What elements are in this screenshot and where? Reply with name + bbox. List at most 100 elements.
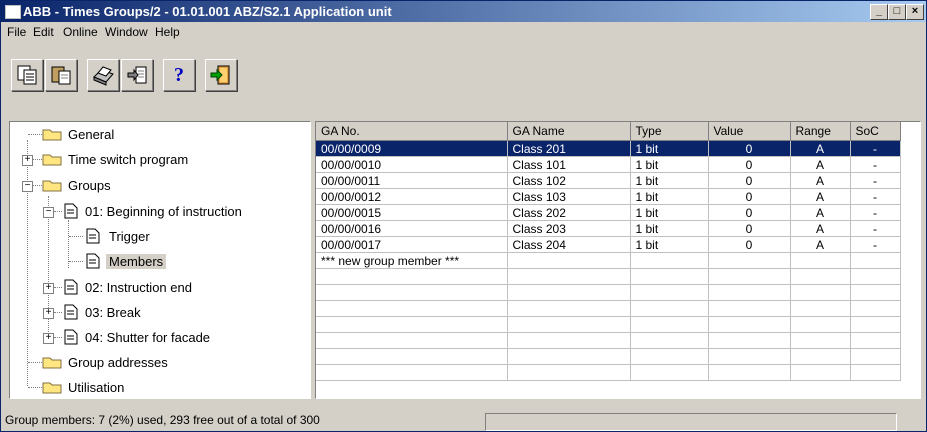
folder-icon: [42, 154, 62, 166]
table-cell: [316, 300, 508, 317]
tree-item-utilisation[interactable]: Utilisation: [10, 378, 310, 396]
empty-row[interactable]: [316, 348, 901, 365]
empty-row[interactable]: [316, 268, 901, 285]
tree-item-time-switch-program[interactable]: + Time switch program: [10, 150, 310, 168]
column-header[interactable]: Range: [790, 122, 851, 141]
expand-icon[interactable]: +: [43, 283, 54, 294]
table-cell: [708, 284, 791, 301]
table-cell: A: [790, 156, 851, 173]
column-header[interactable]: GA Name: [507, 122, 631, 141]
tree-item-trigger[interactable]: Trigger: [10, 227, 310, 245]
table-cell: A: [790, 204, 851, 221]
folder-open-icon: [42, 180, 62, 192]
close-button[interactable]: ×: [906, 4, 924, 20]
copy-button[interactable]: [11, 59, 43, 91]
table-cell: [708, 332, 791, 349]
expand-icon[interactable]: +: [43, 333, 54, 344]
table-cell: 0: [708, 236, 791, 253]
table-row[interactable]: 00/00/0015 Class 202 1 bit 0 A -: [316, 204, 901, 221]
table-cell: Class 203: [507, 220, 631, 237]
minimize-button[interactable]: _: [870, 4, 888, 20]
tree-label: Trigger: [109, 229, 150, 244]
table-cell: [507, 300, 631, 317]
menu-help[interactable]: Help: [155, 25, 180, 39]
help-button[interactable]: ?: [163, 59, 195, 91]
table-cell: [850, 284, 901, 301]
empty-row[interactable]: [316, 284, 901, 301]
tree-item-group-03[interactable]: + 03: Break: [10, 303, 310, 321]
exit-icon: [210, 65, 230, 85]
table-cell: [316, 364, 508, 381]
table-cell: 1 bit: [630, 172, 709, 189]
table-cell: [630, 316, 709, 333]
tree-item-group-01[interactable]: − 01: Beginning of instruction: [10, 202, 310, 220]
navigation-tree[interactable]: General + Time switch program − Groups −…: [9, 121, 311, 399]
tree-item-groups[interactable]: − Groups: [10, 176, 310, 194]
status-text: Group members: 7 (2%) used, 293 free out…: [5, 413, 320, 427]
table-cell: [630, 332, 709, 349]
table-cell: [630, 252, 709, 269]
table-row[interactable]: 00/00/0010 Class 101 1 bit 0 A -: [316, 156, 901, 173]
expand-icon[interactable]: +: [22, 155, 33, 166]
menu-file[interactable]: File: [7, 25, 26, 39]
tree-item-group-02[interactable]: + 02: Instruction end: [10, 278, 310, 296]
table-cell: 00/00/0012: [316, 188, 508, 205]
tree-item-group-04[interactable]: + 04: Shutter for facade: [10, 328, 310, 346]
members-table: GA No. GA Name Type Value Range SoC 00/00/000…: [316, 122, 901, 381]
table-cell: -: [850, 188, 901, 205]
tree-item-group-addresses[interactable]: Group addresses: [10, 353, 310, 371]
maximize-button[interactable]: □: [888, 4, 906, 20]
table-row[interactable]: 00/00/0009 Class 201 1 bit 0 A -: [316, 140, 901, 157]
tree-label: 02: Instruction end: [85, 280, 192, 295]
import-button[interactable]: [121, 59, 153, 91]
group-members-table[interactable]: GA No. GA Name Type Value Range SoC 00/00/000…: [315, 121, 921, 399]
tree-label: General: [68, 127, 115, 142]
empty-row[interactable]: [316, 332, 901, 349]
table-cell: A: [790, 220, 851, 237]
document-icon: [64, 304, 78, 320]
table-cell: [708, 316, 791, 333]
print-button[interactable]: [87, 59, 119, 91]
table-cell: 00/00/0017: [316, 236, 508, 253]
column-header[interactable]: Value: [708, 122, 791, 141]
menu-online[interactable]: Online: [63, 25, 98, 39]
collapse-icon[interactable]: −: [43, 207, 54, 218]
table-row[interactable]: 00/00/0011 Class 102 1 bit 0 A -: [316, 172, 901, 189]
help-icon: ?: [174, 63, 184, 86]
column-header[interactable]: Type: [630, 122, 709, 141]
table-cell: 0: [708, 204, 791, 221]
table-row[interactable]: 00/00/0012 Class 103 1 bit 0 A -: [316, 188, 901, 205]
menu-window[interactable]: Window: [105, 25, 148, 39]
table-cell: [316, 284, 508, 301]
table-cell: [630, 364, 709, 381]
table-row[interactable]: 00/00/0017 Class 204 1 bit 0 A -: [316, 236, 901, 253]
exit-button[interactable]: [205, 59, 237, 91]
empty-row[interactable]: [316, 316, 901, 333]
menu-edit[interactable]: Edit: [33, 25, 54, 39]
table-cell: [630, 300, 709, 317]
title-bar[interactable]: ABB - Times Groups/2 - 01.01.001 ABZ/S2.…: [1, 1, 926, 22]
table-cell: 1 bit: [630, 140, 709, 157]
empty-row[interactable]: [316, 364, 901, 381]
folder-icon: [42, 129, 62, 141]
empty-row[interactable]: [316, 300, 901, 317]
table-cell: [790, 332, 851, 349]
expand-icon[interactable]: +: [43, 308, 54, 319]
table-cell: 00/00/0010: [316, 156, 508, 173]
table-row[interactable]: 00/00/0016 Class 203 1 bit 0 A -: [316, 220, 901, 237]
table-cell: [507, 348, 631, 365]
table-cell: Class 103: [507, 188, 631, 205]
paste-button[interactable]: [45, 59, 77, 91]
table-cell: -: [850, 156, 901, 173]
table-cell: -: [850, 204, 901, 221]
collapse-icon[interactable]: −: [22, 181, 33, 192]
tree-label: Utilisation: [68, 380, 125, 395]
folder-icon: [42, 357, 62, 369]
tree-label: Members: [106, 254, 167, 269]
column-header[interactable]: GA No.: [316, 122, 508, 141]
tree-item-members[interactable]: Members: [10, 252, 310, 270]
column-header[interactable]: SoC: [850, 122, 901, 141]
tree-item-general[interactable]: General: [10, 125, 310, 143]
new-member-row[interactable]: *** new group member ***: [316, 252, 901, 269]
import-icon: [127, 66, 147, 84]
